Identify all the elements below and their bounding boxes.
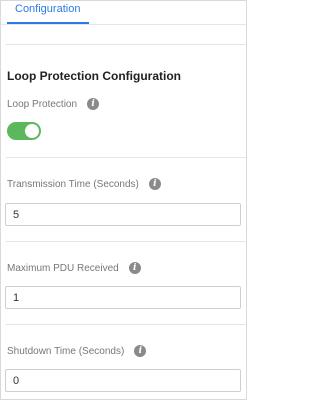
active-tab-indicator xyxy=(7,22,89,24)
transmission-time-label: Transmission Time (Seconds) xyxy=(7,178,139,190)
section-title: Loop Protection Configuration xyxy=(7,69,181,83)
toggle-knob xyxy=(25,124,39,138)
tab-bar: Configuration xyxy=(1,1,246,25)
loop-protection-label: Loop Protection xyxy=(7,98,78,110)
shutdown-time-input[interactable] xyxy=(5,369,241,392)
max-pdu-label-row: Maximum PDU Received i xyxy=(7,262,141,274)
info-icon[interactable]: i xyxy=(148,178,161,190)
transmission-time-label-row: Transmission Time (Seconds) i xyxy=(7,178,161,190)
info-icon[interactable]: i xyxy=(128,262,141,274)
divider xyxy=(6,241,246,242)
divider xyxy=(6,157,246,158)
info-icon[interactable]: i xyxy=(134,345,147,357)
loop-protection-label-row: Loop Protection i xyxy=(7,98,100,110)
tab-configuration[interactable]: Configuration xyxy=(15,3,80,21)
max-pdu-input[interactable] xyxy=(5,286,241,309)
max-pdu-label: Maximum PDU Received xyxy=(7,262,119,274)
loop-protection-toggle[interactable] xyxy=(7,122,41,140)
panel-frame xyxy=(0,0,247,400)
transmission-time-input[interactable] xyxy=(5,203,241,226)
shutdown-time-label-row: Shutdown Time (Seconds) i xyxy=(7,345,147,357)
shutdown-time-label: Shutdown Time (Seconds) xyxy=(7,345,125,357)
divider xyxy=(6,324,246,325)
divider xyxy=(6,44,246,45)
info-icon[interactable]: i xyxy=(87,98,100,110)
